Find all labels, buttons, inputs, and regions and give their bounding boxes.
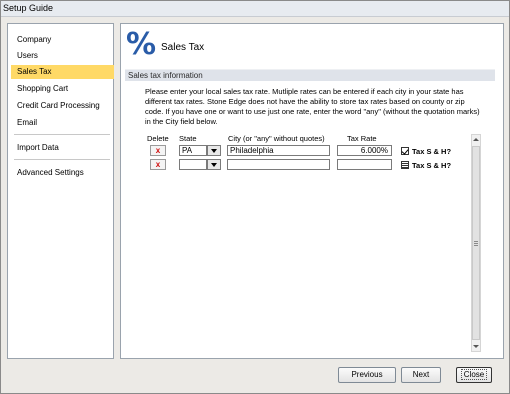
grip-line xyxy=(474,241,478,242)
sidebar-item-advanced-settings[interactable]: Advanced Settings xyxy=(11,166,114,180)
sidebar-item-email[interactable]: Email xyxy=(11,116,114,130)
next-button[interactable]: Next xyxy=(401,367,441,383)
tax-rate-row: x Tax S & H? xyxy=(121,159,491,171)
sidebar-divider xyxy=(14,134,110,135)
sidebar-item-sales-tax[interactable]: Sales Tax xyxy=(11,65,114,79)
delete-row-button[interactable]: x xyxy=(150,145,166,156)
setup-guide-window: Setup Guide Company Users Sales Tax Shop… xyxy=(0,0,510,394)
sidebar-item-import-data[interactable]: Import Data xyxy=(11,141,114,155)
tax-sh-checkbox[interactable] xyxy=(401,147,409,155)
sidebar-item-credit-card-processing[interactable]: Credit Card Processing xyxy=(11,99,114,113)
scroll-up-icon[interactable] xyxy=(472,135,480,144)
state-select[interactable] xyxy=(179,159,207,170)
column-header-delete: Delete xyxy=(147,134,169,143)
sidebar-item-users[interactable]: Users xyxy=(11,49,114,63)
vertical-scrollbar[interactable] xyxy=(471,134,481,352)
sidebar-divider xyxy=(14,159,110,160)
tax-sh-checkbox[interactable] xyxy=(401,161,409,169)
sidebar-item-company[interactable]: Company xyxy=(11,33,114,47)
main-panel: % Sales Tax Sales tax information Please… xyxy=(120,23,504,359)
title-bar: Setup Guide xyxy=(1,1,509,17)
instructions-text: Please enter your local sales tax rate. … xyxy=(145,87,480,126)
previous-button[interactable]: Previous xyxy=(338,367,396,383)
tax-rate-row: x PA Philadelphia 6.000% Tax S & H? xyxy=(121,145,491,157)
city-input[interactable] xyxy=(227,159,330,170)
column-header-state: State xyxy=(179,134,197,143)
percent-icon: % xyxy=(126,27,157,62)
page-title: Sales Tax xyxy=(161,42,205,53)
chevron-down-icon[interactable] xyxy=(207,145,221,156)
column-header-city: City (or "any" without quotes) xyxy=(228,134,325,143)
chevron-down-icon[interactable] xyxy=(207,159,221,170)
delete-row-button[interactable]: x xyxy=(150,159,166,170)
section-title: Sales tax information xyxy=(128,71,203,80)
tax-sh-label: Tax S & H? xyxy=(412,147,452,156)
tax-rate-input[interactable] xyxy=(337,159,392,170)
city-input[interactable]: Philadelphia xyxy=(227,145,330,156)
sidebar-nav: Company Users Sales Tax Shopping Cart Cr… xyxy=(7,23,114,359)
section-header: Sales tax information xyxy=(125,69,495,81)
scrollbar-thumb[interactable] xyxy=(472,146,480,340)
grip-line xyxy=(474,245,478,246)
column-header-tax-rate: Tax Rate xyxy=(347,134,377,143)
close-button-label: Close xyxy=(460,369,488,380)
tax-rate-input[interactable]: 6.000% xyxy=(337,145,392,156)
state-select[interactable]: PA xyxy=(179,145,207,156)
tax-sh-label: Tax S & H? xyxy=(412,161,452,170)
sidebar-item-shopping-cart[interactable]: Shopping Cart xyxy=(11,82,114,96)
scroll-down-icon[interactable] xyxy=(472,342,480,351)
window-title: Setup Guide xyxy=(3,3,54,13)
close-button[interactable]: Close xyxy=(456,367,492,383)
grip-line xyxy=(474,243,478,244)
